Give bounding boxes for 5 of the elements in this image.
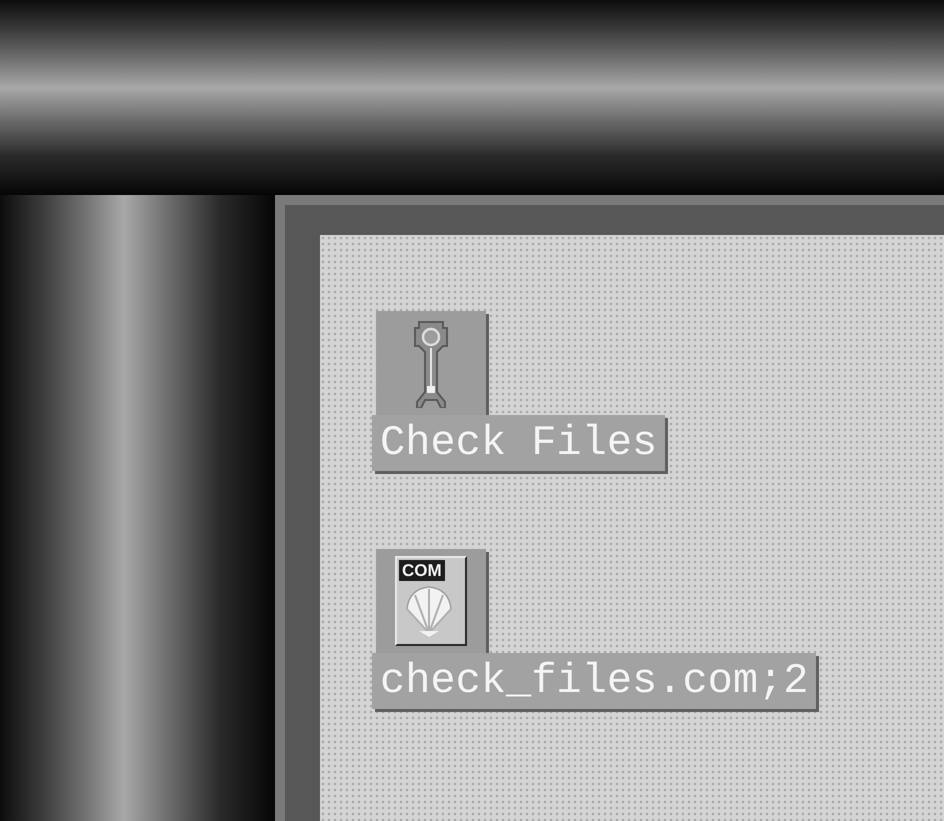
file-type-label: COM [399, 560, 445, 581]
icon-label[interactable]: check_files.com;2 [372, 653, 816, 709]
icon-tile[interactable]: COM [376, 549, 486, 653]
icon-tile[interactable] [376, 311, 486, 415]
icon-label[interactable]: Check Files [372, 415, 666, 471]
